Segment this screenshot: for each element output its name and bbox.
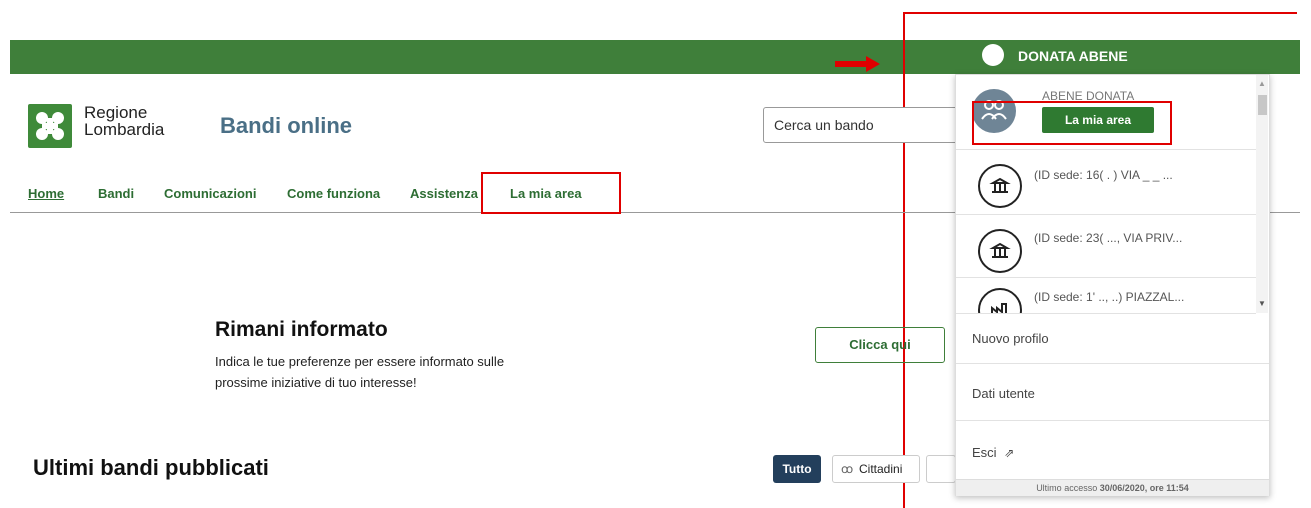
clicca-qui-button[interactable]: Clicca qui	[815, 327, 945, 363]
nav-assistenza[interactable]: Assistenza	[410, 186, 478, 201]
rimani-text: Indica le tue preferenze per essere info…	[215, 354, 505, 390]
menu-esci[interactable]: Esci ⇗	[956, 421, 1269, 479]
scroll-down-icon[interactable]: ▼	[1258, 299, 1266, 308]
site-title[interactable]: Bandi online	[220, 113, 352, 139]
menu-nuovo-profilo[interactable]: Nuovo profilo	[956, 313, 1269, 364]
building-icon	[978, 229, 1022, 273]
last-access: Ultimo accesso 30/06/2020, ore 11:54	[956, 479, 1269, 496]
sede-label: (ID sede: 1' .., ..) PIAZZAL...	[1034, 290, 1185, 304]
filter-imprese[interactable]	[926, 455, 956, 483]
search-input[interactable]: Cerca un bando	[763, 107, 963, 143]
annotation-arrow-head	[866, 56, 880, 72]
filter-tutto[interactable]: Tutto	[773, 455, 821, 483]
building-icon	[978, 164, 1022, 208]
factory-icon	[978, 288, 1022, 313]
filter-cittadini[interactable]: ꝏ Cittadini	[832, 455, 920, 483]
ultimi-bandi-title: Ultimi bandi pubblicati	[33, 455, 269, 480]
regione-lombardia-logo[interactable]	[28, 104, 72, 148]
rimani-title: Rimani informato	[215, 318, 388, 341]
nav-come-funziona[interactable]: Come funziona	[287, 186, 380, 201]
sede-row[interactable]: (ID sede: 23( ..., VIA PRIV...	[956, 215, 1256, 278]
scroll-up-icon[interactable]: ▲	[1258, 79, 1266, 88]
sede-label: (ID sede: 23( ..., VIA PRIV...	[1034, 231, 1183, 245]
nav-bandi[interactable]: Bandi	[98, 186, 134, 201]
sede-row[interactable]: (ID sede: 16( . ) VIA _ _ ...	[956, 150, 1256, 215]
sede-label: (ID sede: 16( . ) VIA _ _ ...	[1034, 168, 1173, 182]
nav-comunicazioni[interactable]: Comunicazioni	[164, 186, 256, 201]
nav-home[interactable]: Home	[28, 186, 64, 201]
dropdown-scroll-thumb[interactable]	[1258, 95, 1267, 115]
user-dropdown: ABENE DONATA La mia area (ID sede: 16( .…	[955, 74, 1270, 496]
annotation-line-vertical	[903, 12, 905, 508]
user-name-button[interactable]: DONATA ABENE	[1018, 48, 1128, 64]
external-link-icon: ⇗	[1004, 446, 1015, 460]
menu-dati-utente[interactable]: Dati utente	[956, 364, 1269, 421]
annotation-arrow	[835, 61, 868, 67]
annotation-box-nav	[481, 172, 621, 214]
annotation-box-dropdown	[972, 101, 1172, 145]
sede-row[interactable]: (ID sede: 1' .., ..) PIAZZAL...	[956, 278, 1256, 314]
user-icon[interactable]	[982, 44, 1004, 66]
people-icon: ꝏ	[841, 462, 854, 476]
logo-text: Regione Lombardia	[84, 103, 165, 139]
annotation-line-horizontal	[903, 12, 1297, 14]
